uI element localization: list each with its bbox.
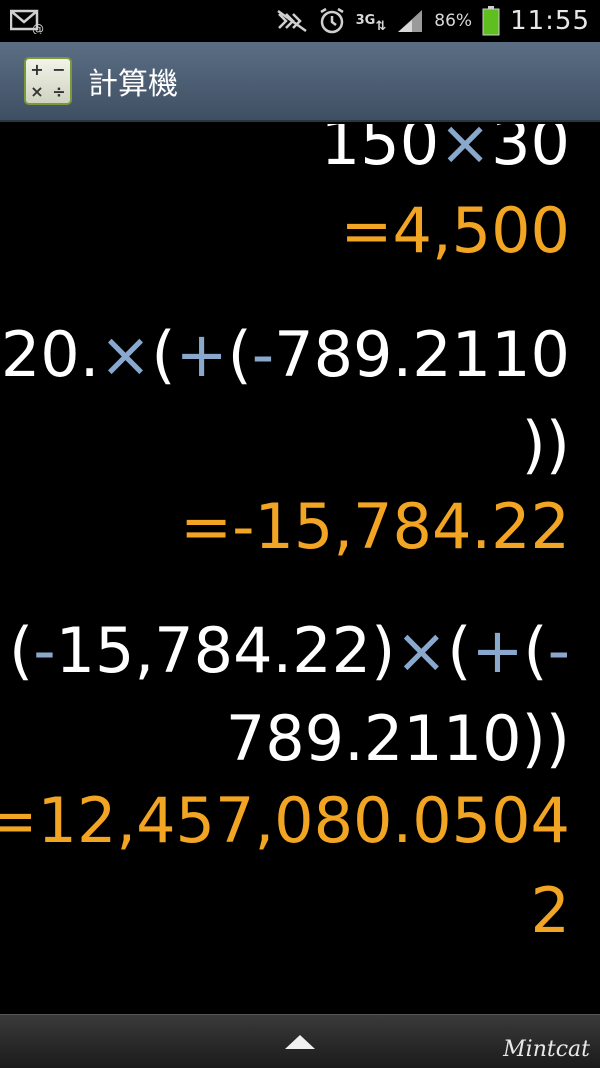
mute-icon	[276, 8, 308, 34]
history-result: =-15,784.22	[180, 490, 570, 563]
svg-text:@: @	[32, 22, 44, 34]
history-expression-continued: ))	[521, 408, 570, 481]
calculator-app-icon[interactable]: + − × ÷	[24, 57, 72, 105]
battery-icon	[482, 6, 500, 36]
minus-symbol: −	[52, 60, 66, 79]
app-title: 計算機	[88, 67, 178, 102]
status-bar: @ 3G ⇅ 86% 11:55	[0, 0, 600, 42]
history-result: =12,457,080.0504	[0, 784, 570, 857]
multiply-symbol: ×	[30, 82, 44, 101]
divide-symbol: ÷	[52, 82, 66, 101]
history-expression: 150×30	[320, 124, 570, 179]
clock: 11:55	[510, 6, 590, 36]
plus-symbol: +	[30, 60, 44, 79]
calculation-history[interactable]: 150×30 =4,500 20.×(+(-789.2110 )) =-15,7…	[0, 124, 600, 1014]
history-expression-continued: 789.2110))	[225, 702, 570, 775]
history-expression: (-15,784.22)×(+(-	[9, 614, 570, 687]
network-type: 3G ⇅	[355, 13, 387, 34]
chevron-up-icon[interactable]	[285, 1035, 315, 1049]
history-result-continued: 2	[530, 874, 570, 947]
app-bar: + − × ÷ 計算機	[0, 42, 600, 122]
bottom-bar: Mintcat	[0, 1014, 600, 1068]
history-result: =4,500	[340, 194, 570, 267]
signal-icon	[396, 8, 424, 34]
watermark: Mintcat	[503, 1037, 590, 1062]
alarm-icon	[318, 7, 346, 35]
battery-percent: 86%	[434, 11, 473, 31]
email-icon: @	[10, 8, 44, 34]
history-expression: 20.×(+(-789.2110	[0, 318, 570, 391]
